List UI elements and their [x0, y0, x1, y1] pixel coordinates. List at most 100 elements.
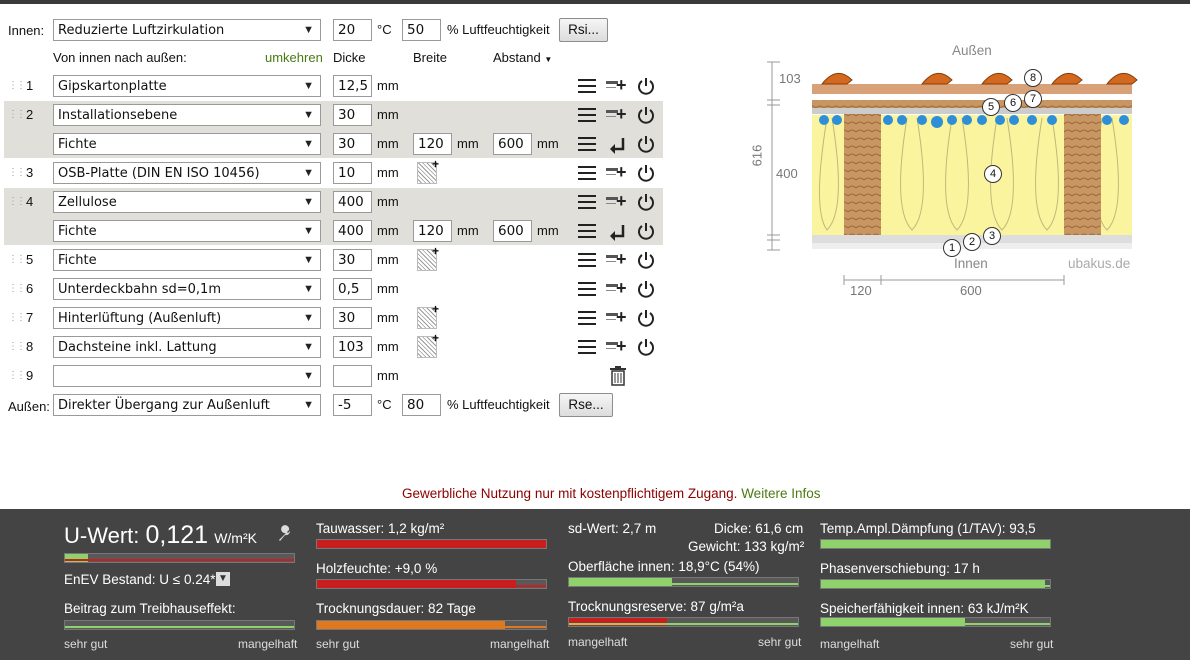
outside-humidity-input[interactable]: 80: [402, 394, 441, 416]
layer-thickness-input[interactable]: 0,5: [333, 278, 372, 300]
drag-handle-icon[interactable]: [8, 254, 14, 265]
layer-thickness-input[interactable]: 400: [333, 191, 372, 213]
add-layer-icon[interactable]: +: [606, 76, 628, 96]
sublayer-thickness-input[interactable]: 400: [333, 220, 372, 242]
add-layer-icon[interactable]: +: [606, 308, 628, 328]
layer-material-select[interactable]: Fichte ▼: [53, 249, 321, 271]
add-layer-icon[interactable]: +: [606, 192, 628, 212]
menu-icon[interactable]: [578, 253, 596, 268]
add-layer-icon[interactable]: +: [606, 163, 628, 183]
drag-handle-icon[interactable]: [8, 370, 14, 381]
sublayer-width-input[interactable]: 120: [413, 133, 452, 155]
drag-handle-icon[interactable]: [8, 80, 14, 91]
menu-icon[interactable]: [578, 195, 596, 210]
sublayer-width-input[interactable]: 120: [413, 220, 452, 242]
reverse-link[interactable]: umkehren: [265, 50, 323, 65]
add-sublayer-icon[interactable]: +: [417, 244, 439, 271]
sublayer-distance-input[interactable]: 600: [493, 220, 532, 242]
menu-icon[interactable]: [578, 108, 596, 123]
outside-humidity-label: % Luftfeuchtigkeit: [447, 397, 550, 412]
power-icon[interactable]: [636, 192, 656, 212]
distance-header[interactable]: Abstand ▼: [493, 50, 552, 65]
layer-thickness-input[interactable]: 12,5: [333, 75, 372, 97]
speicher-label: Speicherfähigkeit innen: 63 kJ/m²K: [820, 601, 1029, 616]
layer-thickness-unit: mm: [377, 339, 399, 354]
enev-dropdown-icon[interactable]: ▼: [216, 572, 230, 586]
trocknung-bar: [316, 620, 547, 630]
layer-material-select[interactable]: Installationsebene ▼: [53, 104, 321, 126]
swap-icon[interactable]: [607, 222, 627, 242]
layer-thickness-input[interactable]: 30: [333, 249, 372, 271]
layer-thickness-unit: mm: [377, 165, 399, 180]
outside-climate-select[interactable]: Direkter Übergang zur Außenluft ▼: [53, 394, 321, 416]
layer-material-select[interactable]: OSB-Platte (DIN EN ISO 10456) ▼: [53, 162, 321, 184]
menu-icon[interactable]: [578, 311, 596, 326]
power-icon[interactable]: [636, 134, 656, 154]
dim-width: 120: [850, 283, 872, 298]
layer-material-select[interactable]: Hinterlüftung (Außenluft) ▼: [53, 307, 321, 329]
rse-button[interactable]: Rse...: [559, 393, 613, 417]
enev-label: EnEV Bestand: U ≤ 0.24*: [64, 572, 216, 587]
add-layer-icon[interactable]: +: [606, 250, 628, 270]
rsi-button[interactable]: Rsi...: [559, 18, 608, 42]
swap-icon[interactable]: [607, 135, 627, 155]
chevron-down-icon: ▼: [303, 283, 314, 295]
add-layer-icon[interactable]: +: [606, 337, 628, 357]
power-icon[interactable]: [636, 308, 656, 328]
outside-temp-input[interactable]: -5: [333, 394, 372, 416]
layer-material-select[interactable]: Dachsteine inkl. Lattung ▼: [53, 336, 321, 358]
drag-handle-icon[interactable]: [8, 283, 14, 294]
layer-marker: 8: [1024, 69, 1042, 87]
inside-temp-input[interactable]: 20: [333, 19, 372, 41]
add-sublayer-icon[interactable]: +: [417, 157, 439, 184]
add-layer-icon[interactable]: +: [606, 279, 628, 299]
sublayer-distance-unit: mm: [537, 136, 559, 151]
layer-thickness-input[interactable]: 103: [333, 336, 372, 358]
menu-icon[interactable]: [578, 79, 596, 94]
power-icon[interactable]: [636, 76, 656, 96]
layer-material-select[interactable]: ▼: [53, 365, 321, 387]
layer-material-select[interactable]: Unterdeckbahn sd=0,1m ▼: [53, 278, 321, 300]
power-icon[interactable]: [636, 105, 656, 125]
oberflaeche-bar: [568, 577, 799, 587]
add-layer-icon[interactable]: +: [606, 105, 628, 125]
results-panel: U-Wert: 0,121 W/m²K EnEV Bestand: U ≤ 0.…: [0, 509, 1190, 660]
layer-number: 8: [26, 339, 34, 354]
layer-thickness-input[interactable]: 30: [333, 104, 372, 126]
layer-material-select[interactable]: Zellulose ▼: [53, 191, 321, 213]
layer-material-value: Dachsteine inkl. Lattung: [58, 340, 217, 355]
chevron-down-icon: ▼: [303, 109, 314, 121]
power-icon[interactable]: [636, 279, 656, 299]
sublayer-thickness-input[interactable]: 30: [333, 133, 372, 155]
sublayer-material-select[interactable]: Fichte ▼: [53, 220, 321, 242]
drag-handle-icon[interactable]: [8, 341, 14, 352]
drag-handle-icon[interactable]: [8, 196, 14, 207]
wrench-icon[interactable]: [276, 525, 294, 543]
menu-icon[interactable]: [578, 340, 596, 355]
add-sublayer-icon[interactable]: +: [417, 302, 439, 329]
drag-handle-icon[interactable]: [8, 167, 14, 178]
sublayer-material-select[interactable]: Fichte ▼: [53, 133, 321, 155]
inside-humidity-input[interactable]: 50: [402, 19, 441, 41]
layer-thickness-input[interactable]: 30: [333, 307, 372, 329]
sublayer-distance-input[interactable]: 600: [493, 133, 532, 155]
layer-thickness-input[interactable]: [333, 365, 372, 387]
sdwert-label: sd-Wert: 2,7 m: [568, 521, 657, 536]
menu-icon[interactable]: [578, 224, 596, 239]
menu-icon[interactable]: [578, 282, 596, 297]
menu-icon[interactable]: [578, 166, 596, 181]
add-sublayer-icon[interactable]: +: [417, 331, 439, 358]
drag-handle-icon[interactable]: [8, 312, 14, 323]
trash-icon[interactable]: [609, 366, 627, 386]
power-icon[interactable]: [636, 250, 656, 270]
drag-handle-icon[interactable]: [8, 109, 14, 120]
menu-icon[interactable]: [578, 137, 596, 152]
inside-climate-select[interactable]: Reduzierte Luftzirkulation ▼: [53, 19, 321, 41]
layer-number: 9: [26, 368, 34, 383]
power-icon[interactable]: [636, 337, 656, 357]
layer-thickness-input[interactable]: 10: [333, 162, 372, 184]
layer-material-select[interactable]: Gipskartonplatte ▼: [53, 75, 321, 97]
power-icon[interactable]: [636, 163, 656, 183]
more-info-link[interactable]: Weitere Infos: [741, 486, 820, 501]
power-icon[interactable]: [636, 221, 656, 241]
